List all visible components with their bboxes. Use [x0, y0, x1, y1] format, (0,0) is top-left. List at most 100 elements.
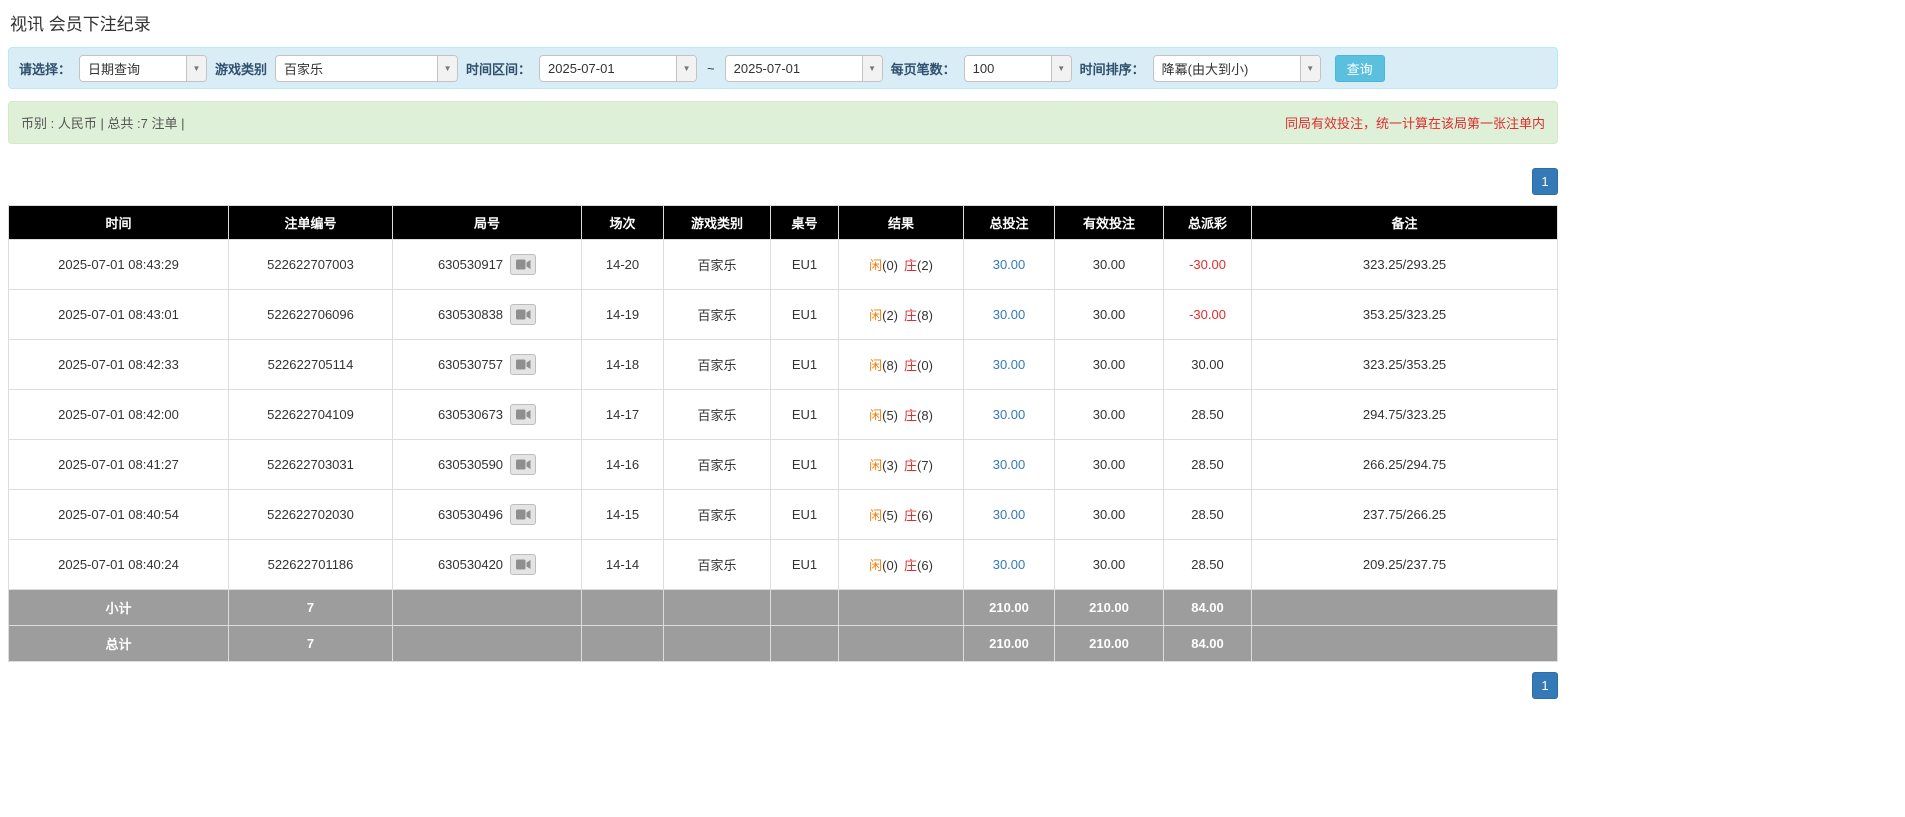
cell-game-type: 百家乐: [664, 340, 771, 390]
result-banker-value: (2): [917, 258, 933, 273]
query-type-value: 日期查询: [80, 56, 186, 81]
video-replay-button[interactable]: [510, 504, 536, 525]
cell-time: 2025-07-01 08:42:33: [9, 340, 229, 390]
total-bet-link[interactable]: 30.00: [993, 457, 1026, 472]
total-bet-link[interactable]: 30.00: [993, 407, 1026, 422]
round-id-text: 630530673: [438, 407, 503, 422]
cell-remark: 237.75/266.25: [1252, 490, 1558, 540]
result-player-value: (3): [882, 458, 898, 473]
total-bet-link[interactable]: 30.00: [993, 307, 1026, 322]
query-type-select[interactable]: 日期查询 ▼: [79, 55, 207, 82]
cell-total-bet: 30.00: [964, 340, 1055, 390]
cell-session: 14-14: [582, 540, 664, 590]
result-banker-value: (6): [917, 508, 933, 523]
chevron-down-icon[interactable]: ▼: [437, 56, 457, 81]
cell-bet-id: 522622702030: [229, 490, 393, 540]
cell-total-bet: 30.00: [964, 290, 1055, 340]
page-size-select[interactable]: 100 ▼: [964, 55, 1072, 82]
cell-table-no: EU1: [771, 540, 839, 590]
cell-valid-bet: 30.00: [1055, 440, 1164, 490]
chevron-down-icon[interactable]: ▼: [1051, 56, 1071, 81]
round-id-text: 630530590: [438, 457, 503, 472]
result-banker-label: 庄: [904, 508, 917, 523]
result-player-label: 闲: [869, 308, 882, 323]
result-banker-label: 庄: [904, 358, 917, 373]
video-camera-icon: [516, 459, 531, 470]
pagination-top: 1: [8, 168, 1558, 195]
round-id-text: 630530757: [438, 357, 503, 372]
subtotal-payout: 84.00: [1164, 590, 1252, 626]
round-id-text: 630530917: [438, 257, 503, 272]
cell-remark: 323.25/353.25: [1252, 340, 1558, 390]
date-to-value: 2025-07-01: [726, 56, 862, 81]
result-player-value: (5): [882, 408, 898, 423]
total-empty-cell: [839, 626, 964, 662]
cell-time: 2025-07-01 08:43:01: [9, 290, 229, 340]
video-replay-button[interactable]: [510, 304, 536, 325]
chevron-down-icon[interactable]: ▼: [1300, 56, 1320, 81]
cell-payout: 28.50: [1164, 390, 1252, 440]
video-camera-icon: [516, 409, 531, 420]
time-sort-select[interactable]: 降冪(由大到小) ▼: [1153, 55, 1321, 82]
date-from-select[interactable]: 2025-07-01 ▼: [539, 55, 697, 82]
cell-result: 闲(0)庄(2): [839, 240, 964, 290]
cell-table-no: EU1: [771, 240, 839, 290]
total-bet-link[interactable]: 30.00: [993, 557, 1026, 572]
table-footer: 小计 7 210.00 210.00 84.00 总计 7 2: [9, 590, 1558, 662]
page-container: 视讯 会员下注纪录 请选择： 日期查询 ▼ 游戏类别 百家乐 ▼ 时间区间： 2…: [8, 0, 1558, 699]
header-time: 时间: [9, 206, 229, 240]
cell-round-id: 630530673: [393, 390, 582, 440]
subtotal-label: 小计: [9, 590, 229, 626]
total-row: 总计 7 210.00 210.00 84.00: [9, 626, 1558, 662]
chevron-down-icon[interactable]: ▼: [186, 56, 206, 81]
search-button[interactable]: 查询: [1335, 55, 1385, 82]
total-bet-link[interactable]: 30.00: [993, 257, 1026, 272]
subtotal-count: 7: [229, 590, 393, 626]
cell-table-no: EU1: [771, 340, 839, 390]
cell-result: 闲(8)庄(0): [839, 340, 964, 390]
select-type-label: 请选择：: [19, 59, 71, 78]
chevron-down-icon[interactable]: ▼: [862, 56, 882, 81]
cell-total-bet: 30.00: [964, 540, 1055, 590]
round-id-text: 630530838: [438, 307, 503, 322]
cell-round-id: 630530420: [393, 540, 582, 590]
chevron-down-icon[interactable]: ▼: [676, 56, 696, 81]
subtotal-empty-cell: [839, 590, 964, 626]
result-banker-value: (6): [917, 558, 933, 573]
video-replay-button[interactable]: [510, 454, 536, 475]
total-label: 总计: [9, 626, 229, 662]
currency-summary-text: 币别 : 人民币 | 总共 :7 注单 |: [21, 113, 185, 132]
total-total-bet: 210.00: [964, 626, 1055, 662]
page-title: 视讯 会员下注纪录: [10, 10, 1558, 35]
game-type-select[interactable]: 百家乐 ▼: [275, 55, 458, 82]
header-total-bet: 总投注: [964, 206, 1055, 240]
header-valid-bet: 有效投注: [1055, 206, 1164, 240]
cell-round-id: 630530757: [393, 340, 582, 390]
bet-records-table: 时间 注单编号 局号 场次 游戏类别 桌号 结果 总投注 有效投注 总派彩 备注…: [8, 205, 1558, 662]
total-empty-cell: [664, 626, 771, 662]
cell-session: 14-16: [582, 440, 664, 490]
video-replay-button[interactable]: [510, 554, 536, 575]
result-banker-value: (0): [917, 358, 933, 373]
page-button-1[interactable]: 1: [1532, 672, 1558, 699]
result-banker-value: (8): [917, 308, 933, 323]
cell-game-type: 百家乐: [664, 540, 771, 590]
video-replay-button[interactable]: [510, 354, 536, 375]
total-count: 7: [229, 626, 393, 662]
page-button-1[interactable]: 1: [1532, 168, 1558, 195]
cell-bet-id: 522622703031: [229, 440, 393, 490]
video-camera-icon: [516, 359, 531, 370]
game-type-value: 百家乐: [276, 56, 437, 81]
cell-session: 14-17: [582, 390, 664, 440]
result-player-value: (0): [882, 258, 898, 273]
cell-valid-bet: 30.00: [1055, 290, 1164, 340]
cell-table-no: EU1: [771, 490, 839, 540]
video-replay-button[interactable]: [510, 254, 536, 275]
total-bet-link[interactable]: 30.00: [993, 357, 1026, 372]
cell-payout: -30.00: [1164, 240, 1252, 290]
header-payout: 总派彩: [1164, 206, 1252, 240]
total-empty-cell: [582, 626, 664, 662]
video-replay-button[interactable]: [510, 404, 536, 425]
total-bet-link[interactable]: 30.00: [993, 507, 1026, 522]
date-to-select[interactable]: 2025-07-01 ▼: [725, 55, 883, 82]
